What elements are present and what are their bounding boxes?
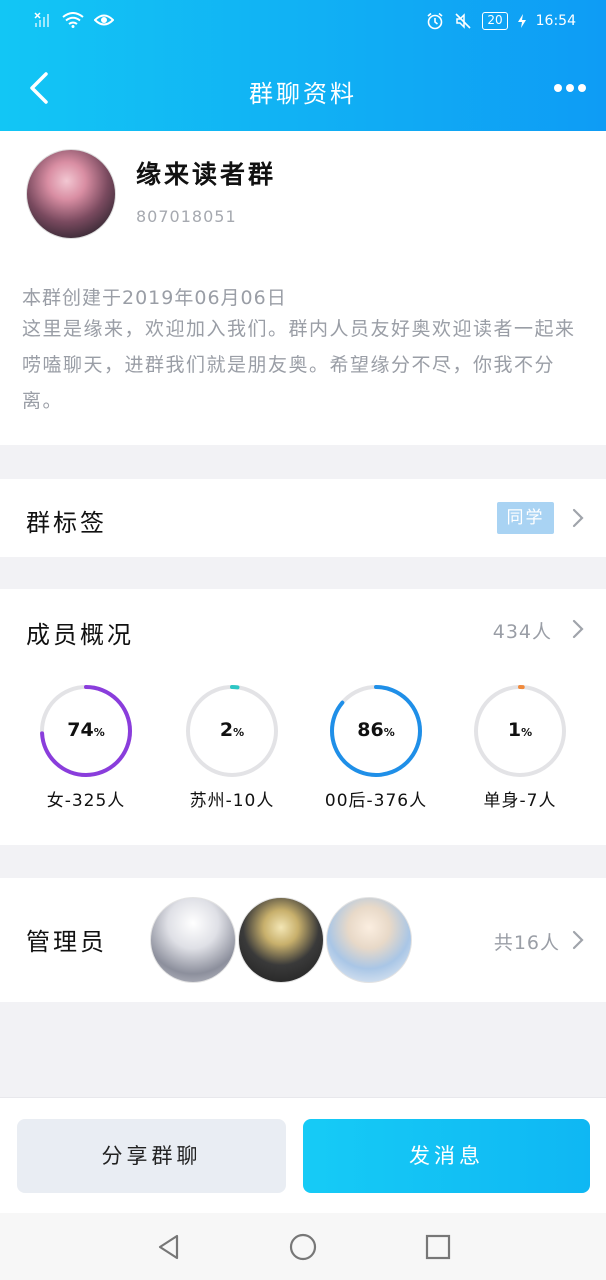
- admin-avatar[interactable]: [326, 897, 412, 983]
- admin-avatar[interactable]: [238, 897, 324, 983]
- stat-label: 苏州-10人: [189, 791, 275, 811]
- members-overview-card: 成员概况 434人 74% 女-325人 2% 苏州-10人 86% 00后-3…: [0, 589, 606, 845]
- nav-bar: 群聊资料: [0, 58, 606, 120]
- chevron-right-icon: [572, 930, 584, 950]
- chevron-right-icon: [572, 508, 584, 528]
- status-right: 20 16:54: [426, 12, 576, 30]
- stat-single[interactable]: 1% 单身-7人: [472, 683, 568, 811]
- system-back-icon[interactable]: [155, 1233, 183, 1261]
- stat-label: 单身-7人: [483, 791, 557, 811]
- member-count[interactable]: 434人: [493, 617, 552, 644]
- members-overview-label: 成员概况: [26, 621, 134, 649]
- header: 20 16:54 群聊资料: [0, 0, 606, 131]
- admin-total: 共16人: [493, 932, 560, 954]
- stat-location[interactable]: 2% 苏州-10人: [184, 683, 280, 811]
- stat-label: 女-325人: [46, 791, 126, 811]
- charging-icon: [517, 14, 526, 28]
- battery-indicator: 20: [482, 12, 508, 30]
- group-tags-label: 群标签: [26, 509, 107, 537]
- alarm-icon: [427, 12, 443, 30]
- group-info-card: 缘来读者群 807018051 本群创建于2019年06月06日 这里是缘来，欢…: [0, 131, 606, 445]
- admin-avatar[interactable]: [150, 897, 236, 983]
- admins-row[interactable]: 管理员 共16人: [0, 878, 606, 1002]
- status-bar: 20 16:54: [0, 0, 606, 46]
- status-left: [34, 12, 114, 28]
- group-tags-row[interactable]: 群标签 同学: [0, 479, 606, 557]
- system-nav-bar: [0, 1213, 606, 1280]
- wifi-icon: [62, 12, 84, 28]
- stat-percent: 86%: [357, 719, 395, 741]
- mute-icon: [455, 13, 471, 29]
- group-avatar[interactable]: [26, 149, 116, 239]
- system-recents-icon[interactable]: [424, 1233, 452, 1261]
- stat-percent: 1%: [507, 719, 533, 741]
- stat-age[interactable]: 86% 00后-376人: [325, 683, 426, 811]
- stat-gender[interactable]: 74% 女-325人: [38, 683, 134, 811]
- action-bar: 分享群聊 发消息: [0, 1097, 606, 1213]
- stat-label: 00后-376人: [324, 791, 428, 811]
- status-time: 16:54: [535, 13, 576, 29]
- group-name: 缘来读者群: [136, 160, 277, 189]
- send-message-button[interactable]: 发消息: [303, 1119, 590, 1193]
- stat-percent: 2%: [219, 719, 245, 741]
- page-title: 群聊资料: [249, 80, 357, 108]
- group-id: 807018051: [136, 207, 237, 226]
- signal-off-icon: [34, 12, 49, 27]
- more-icon[interactable]: [550, 70, 590, 106]
- tag-badge: 同学: [497, 502, 554, 534]
- stat-percent: 74%: [67, 719, 105, 741]
- group-description-text: 这里是缘来，欢迎加入我们。群内人员友好奥欢迎读者一起来唠嗑聊天，进群我们就是朋友…: [22, 318, 576, 412]
- admins-label: 管理员: [26, 928, 107, 956]
- group-description: 这里是缘来，欢迎加入我们。群内人员友好奥欢迎读者一起来唠嗑聊天，进群我们就是朋友…: [22, 311, 582, 419]
- share-group-button[interactable]: 分享群聊: [17, 1119, 286, 1193]
- group-created-date: 本群创建于2019年06月06日: [22, 287, 287, 309]
- system-home-icon[interactable]: [289, 1233, 317, 1261]
- eye-icon: [94, 14, 114, 26]
- chevron-right-icon[interactable]: [570, 618, 586, 640]
